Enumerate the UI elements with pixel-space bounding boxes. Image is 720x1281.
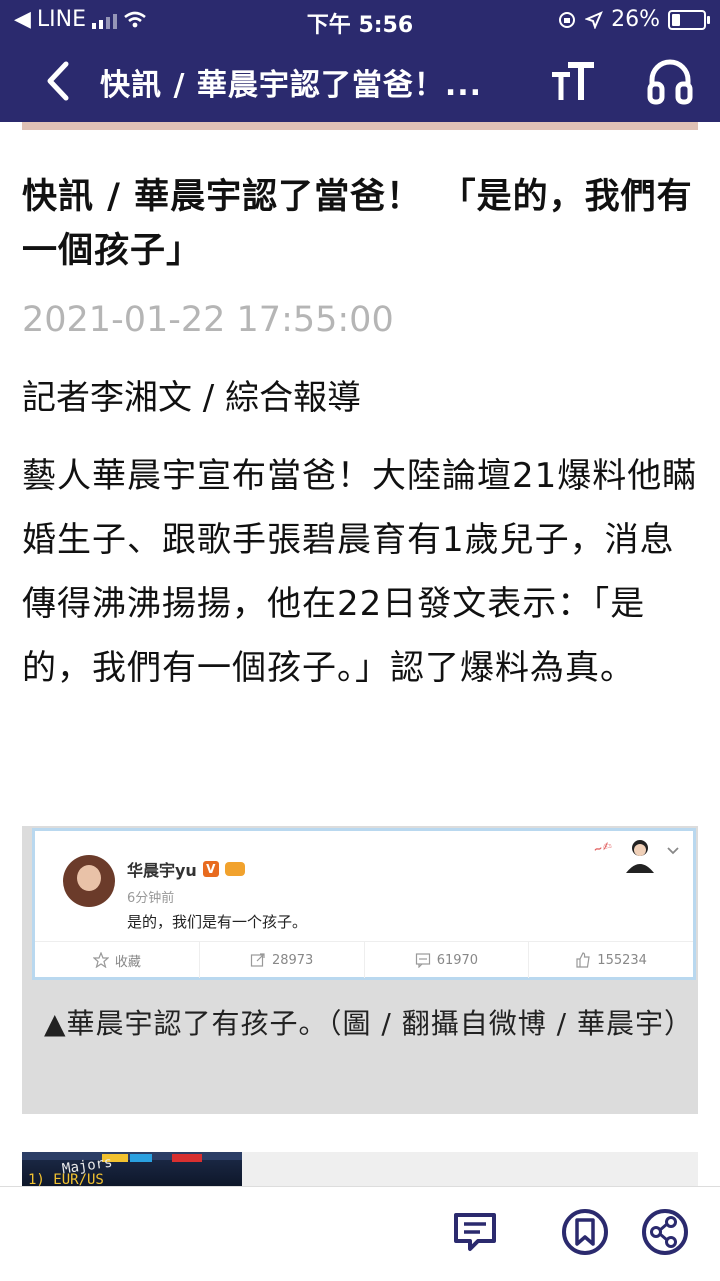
repost-icon [250,953,265,967]
battery-percent: 26% [611,7,660,32]
article-headline: 快訊 / 華晨宇認了當爸！ 「是的，我們有一個孩子」 [22,177,693,271]
weibo-comment: 61970 [365,942,530,978]
related-thumbnail: Majors 1) EUR/US [22,1152,242,1188]
article-figure: 华晨宇yu V 6分钟前 是的，我们是有一个孩子。 ~✍ 收藏 28973 61… [22,826,698,1114]
weibo-header-photo-icon [626,840,654,873]
figure-caption: ▲華晨宇認了有孩子。（圖 / 翻攝自微博 / 華晨宇） [44,1007,694,1040]
nav-bar: 快訊 / 華晨宇認了當爸！... [0,40,720,122]
article-body: 藝人華晨宇宣布當爸！大陸論壇21爆料他瞞婚生子、跟歌手張碧晨育有1歲兒子，消息傳… [22,456,698,688]
star-icon [92,952,109,968]
location-icon [585,10,603,29]
weibo-comment-count: 61970 [436,952,479,968]
verified-badge-icon: V [202,861,219,877]
thumbs-up-icon [576,952,590,968]
weibo-like: 155234 [529,942,693,978]
weibo-favorite-label: 收藏 [114,954,141,970]
share-icon[interactable] [640,1207,690,1257]
bottom-action-bar [0,1186,720,1281]
weibo-avatar [63,855,115,907]
bookmark-icon[interactable] [560,1207,610,1257]
weibo-action-bar: 收藏 28973 61970 155234 [35,941,693,978]
accent-strip [22,122,698,130]
vip-badge-icon [224,862,245,876]
status-right: 26% [557,7,710,32]
back-arrow-icon[interactable] [34,56,84,106]
rotation-lock-icon [559,11,576,28]
weibo-repost-count: 28973 [271,952,314,968]
related-article-card[interactable]: Majors 1) EUR/US [22,1152,698,1188]
weibo-text: 是的，我们是有一个孩子。 [127,913,308,931]
battery-icon [668,9,710,30]
weibo-post-image[interactable]: 华晨宇yu V 6分钟前 是的，我们是有一个孩子。 ~✍ 收藏 28973 61… [32,828,696,980]
nav-title: 快訊 / 華晨宇認了當爸！... [100,68,483,103]
headphones-icon[interactable] [644,54,696,106]
article-date: 2021-01-22 17:55:00 [22,300,394,340]
comment-small-icon [415,953,430,968]
comment-icon[interactable] [450,1207,500,1257]
article: 快訊 / 華晨宇認了當爸！ 「是的，我們有一個孩子」 2021-01-22 17… [22,170,698,700]
chevron-down-icon [667,847,679,855]
weibo-repost: 28973 [200,942,365,978]
weibo-time: 6分钟前 [127,891,175,906]
font-size-icon[interactable] [548,56,598,106]
weibo-like-count: 155234 [597,952,647,968]
status-bar: ◀ LINE 下午 5:56 26% [0,0,720,40]
weibo-username-row: 华晨宇yu V [127,857,245,881]
weibo-username: 华晨宇yu [127,861,197,880]
article-byline: 記者李湘文 / 綜合報導 [22,378,362,418]
app-header: ◀ LINE 下午 5:56 26% 快訊 / 華晨宇認了當爸！... [0,0,720,122]
weibo-favorite: 收藏 [35,942,200,978]
